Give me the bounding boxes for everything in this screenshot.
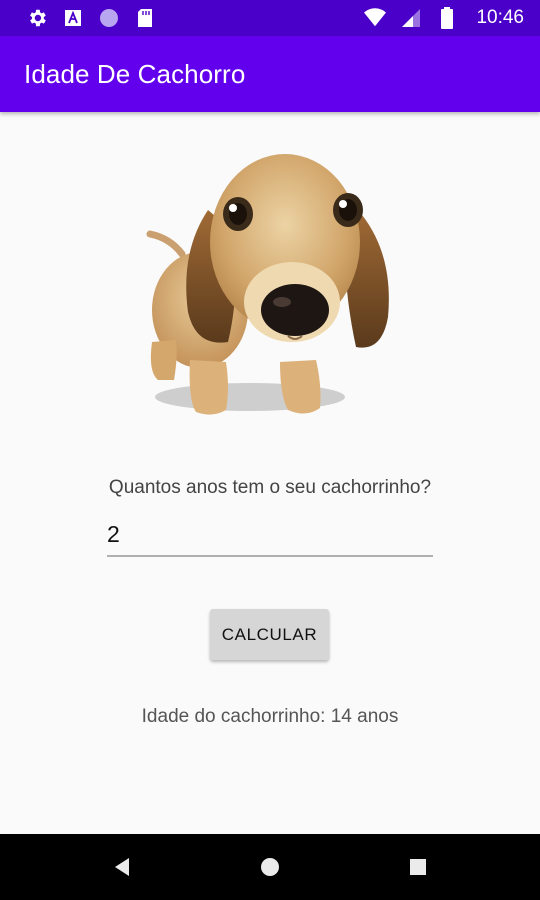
app-title: Idade De Cachorro [24, 58, 246, 89]
circle-icon [98, 7, 120, 29]
wifi-icon [364, 7, 387, 29]
text-a-icon [62, 7, 84, 29]
main-content: Quantos anos tem o seu cachorrinho? CALC… [0, 112, 540, 834]
status-time: 10:46 [476, 7, 524, 28]
calculate-button[interactable]: CALCULAR [210, 609, 329, 660]
home-icon[interactable] [258, 855, 282, 879]
gear-icon [26, 7, 48, 29]
question-label: Quantos anos tem o seu cachorrinho? [108, 477, 432, 498]
back-icon[interactable] [110, 855, 134, 879]
battery-icon [436, 7, 458, 29]
app-bar: Idade De Cachorro [0, 36, 540, 112]
dog-age-input[interactable] [107, 517, 433, 557]
status-left [26, 7, 156, 29]
result-label: Idade do cachorrinho: 14 anos [141, 706, 399, 727]
signal-icon [400, 7, 422, 29]
status-bar: 10:46 [0, 0, 540, 36]
navigation-bar [0, 834, 540, 900]
status-right: 10:46 [364, 7, 524, 29]
recents-icon[interactable] [406, 855, 430, 879]
sd-card-icon [134, 7, 156, 29]
puppy-dog-image [146, 154, 389, 415]
